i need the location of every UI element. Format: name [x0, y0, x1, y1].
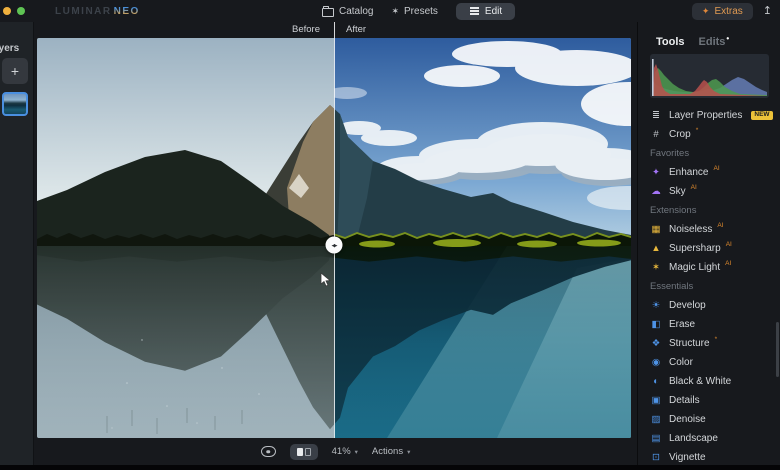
crop-icon: #: [653, 128, 659, 140]
enhance-icon: ✦: [652, 166, 660, 178]
tool-color[interactable]: ◉ Color: [650, 353, 768, 372]
tool-layer-properties[interactable]: ≣ Layer Properties NEW: [650, 106, 773, 125]
compare-right-rect-icon: [304, 447, 311, 456]
section-essentials: Essentials: [650, 281, 694, 292]
tool-landscape[interactable]: ▤ Landscape: [650, 429, 768, 448]
folder-icon: [322, 5, 334, 17]
compare-split-line[interactable]: [334, 22, 335, 438]
edited-indicator: *: [714, 336, 718, 343]
details-icon: ▣: [651, 394, 661, 406]
color-icon: ◉: [651, 356, 661, 368]
fullscreen-button[interactable]: [17, 7, 25, 15]
tool-sky[interactable]: ☁ Sky AI: [650, 182, 768, 201]
layers-icon: ≣: [652, 109, 660, 121]
tool-denoise[interactable]: ▨ Denoise: [650, 410, 768, 429]
before-label: Before: [292, 24, 320, 35]
actions-dropdown[interactable]: Actions ▾: [372, 446, 410, 457]
eye-icon[interactable]: [260, 446, 276, 457]
develop-sun-icon: ☀: [651, 299, 661, 311]
sliders-icon: [469, 10, 479, 12]
supersharp-icon: ▲: [651, 242, 661, 254]
top-bar: LUMINAR NEO Catalog ✶ Presets Edit ✦ Extr…: [0, 0, 780, 22]
after-label: After: [346, 24, 367, 35]
sparkle-icon: ✶: [391, 5, 400, 16]
compare-left-rect-icon: [296, 447, 303, 456]
app-logo: LUMINAR NEO: [55, 5, 140, 17]
zoom-level-dropdown[interactable]: 41% ▾: [332, 446, 358, 457]
tools-panel: Tools Edits• ≣ Layer Properties NEW # Cr…: [637, 22, 780, 465]
noiseless-icon: ▦: [651, 223, 661, 235]
tool-magic-light[interactable]: ✶ Magic Light AI: [650, 258, 768, 277]
black-white-icon: ◐: [653, 375, 659, 387]
tab-edits[interactable]: Edits•: [699, 34, 730, 48]
histogram: [650, 54, 769, 98]
layers-title: Layers: [0, 43, 20, 54]
tool-structure[interactable]: ❖ Structure *: [650, 334, 768, 353]
section-favorites: Favorites: [650, 148, 690, 159]
layer-thumbnail[interactable]: [2, 92, 28, 116]
minimize-button[interactable]: [3, 7, 11, 15]
new-badge: NEW: [751, 110, 773, 121]
compare-slider-handle[interactable]: ◂▸: [325, 236, 343, 254]
denoise-icon: ▨: [651, 413, 661, 425]
topbar-right: ✦ Extras ↥: [691, 0, 772, 22]
extras-button[interactable]: ✦ Extras: [691, 2, 753, 20]
main-area: Layers + Before After: [0, 22, 780, 465]
chevron-down-icon: ▾: [407, 448, 411, 456]
bottom-letterbox: [0, 465, 780, 470]
edits-indicator-dot: •: [726, 34, 730, 43]
tool-black-white[interactable]: ◐ Black & White: [650, 372, 768, 391]
tab-edit[interactable]: Edit: [455, 2, 516, 20]
panel-scrollbar[interactable]: [776, 322, 779, 377]
tool-enhance[interactable]: ✦ Enhance AI: [650, 163, 768, 182]
tool-noiseless[interactable]: ▦ Noiseless AI: [650, 220, 768, 239]
structure-icon: ❖: [651, 337, 661, 349]
add-layer-button[interactable]: +: [2, 58, 28, 84]
sky-cloud-icon: ☁: [651, 185, 661, 197]
magic-light-icon: ✶: [652, 261, 660, 273]
vignette-icon: ⊡: [652, 451, 660, 463]
tool-crop[interactable]: # Crop *: [650, 125, 768, 144]
chevron-down-icon: ▾: [354, 448, 358, 456]
tool-details[interactable]: ▣ Details: [650, 391, 768, 410]
tab-tools[interactable]: Tools: [656, 36, 685, 48]
section-extensions: Extensions: [650, 205, 697, 216]
tool-erase[interactable]: ◧ Erase: [650, 315, 768, 334]
canvas-area: Before After ◂▸ 41% ▾ Actions ▾: [34, 22, 637, 465]
tab-catalog[interactable]: Catalog: [322, 5, 373, 17]
layers-sidebar: Layers +: [0, 22, 34, 465]
tool-supersharp[interactable]: ▲ Supersharp AI: [650, 239, 768, 258]
mode-tabs: Catalog ✶ Presets Edit: [322, 0, 516, 22]
tab-presets[interactable]: ✶ Presets: [391, 6, 437, 17]
traffic-lights: [0, 7, 25, 15]
rocket-icon: ✦: [701, 5, 710, 16]
edited-indicator: *: [695, 127, 699, 134]
tool-develop[interactable]: ☀ Develop: [650, 296, 768, 315]
share-icon[interactable]: ↥: [763, 5, 772, 17]
landscape-icon: ▤: [651, 432, 661, 444]
panel-tabs: Tools Edits•: [650, 22, 768, 52]
mouse-cursor: [320, 272, 332, 287]
bottom-toolbar: 41% ▾ Actions ▾: [34, 438, 637, 465]
erase-icon: ◧: [651, 318, 661, 330]
compare-toggle-button[interactable]: [289, 443, 318, 460]
tool-vignette[interactable]: ⊡ Vignette: [650, 448, 768, 465]
luminar-neo-window: LUMINAR NEO Catalog ✶ Presets Edit ✦ Extr…: [0, 0, 780, 470]
